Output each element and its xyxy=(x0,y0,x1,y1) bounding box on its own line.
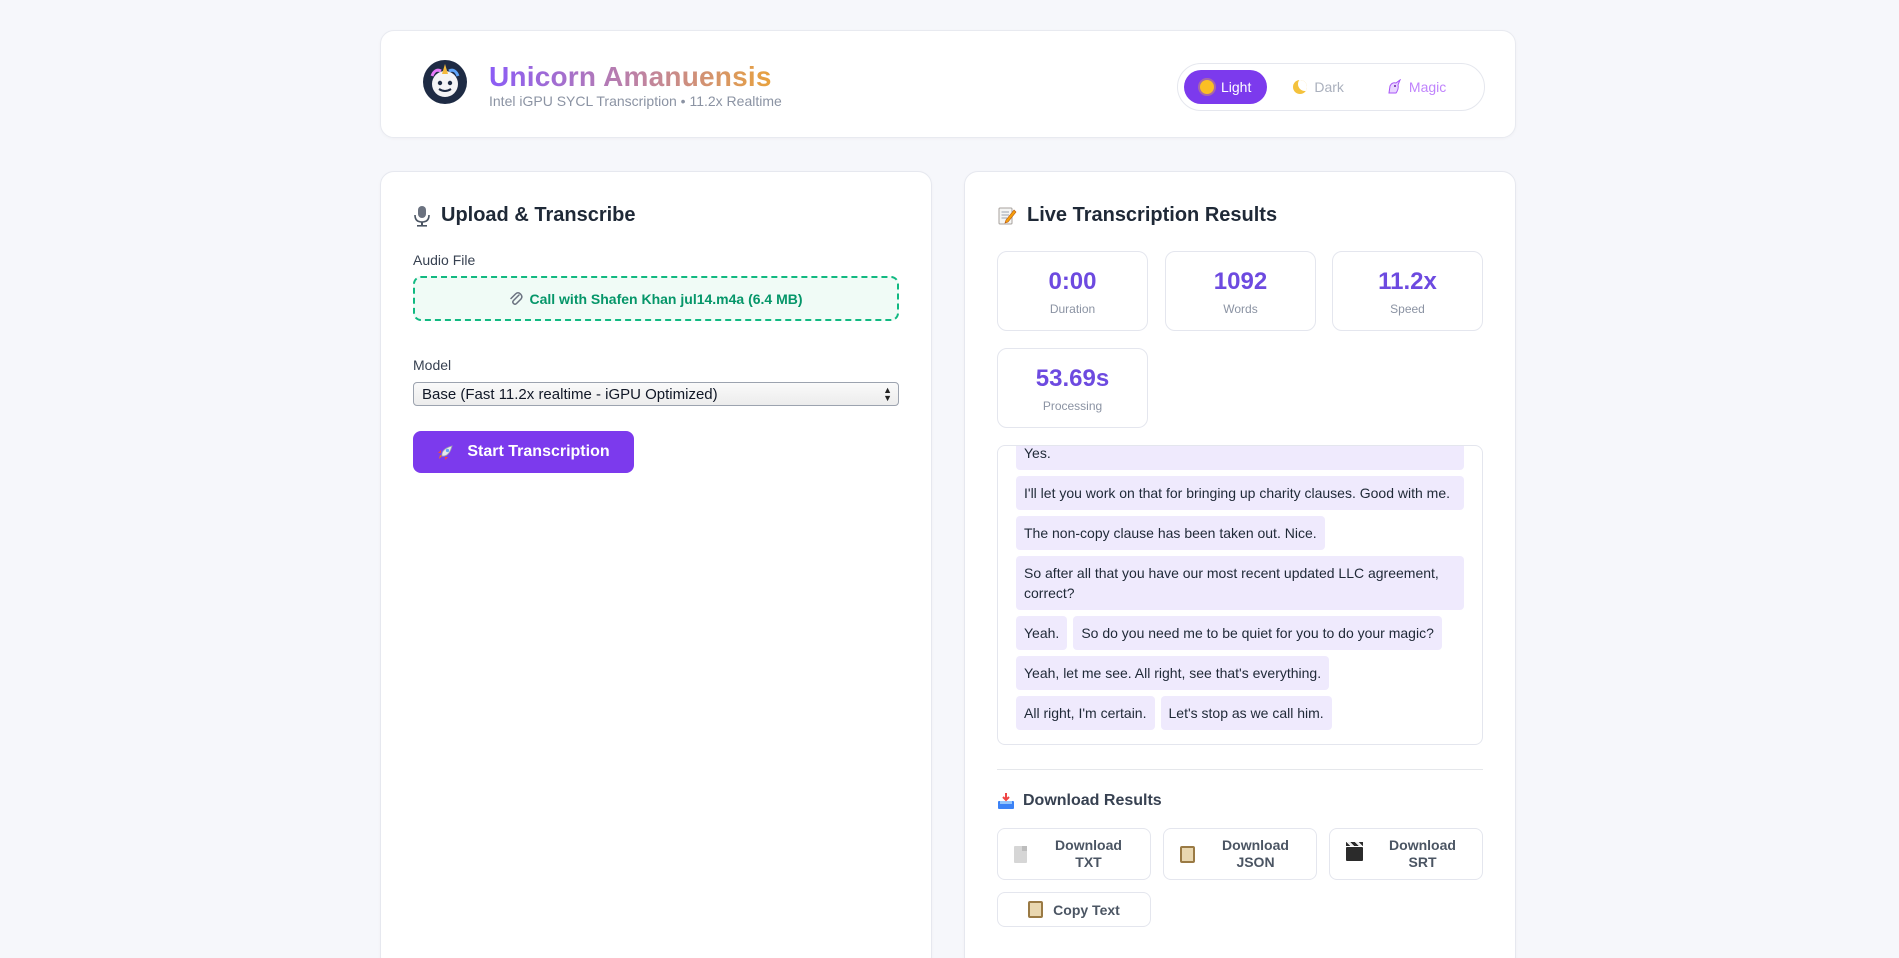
model-label: Model xyxy=(413,357,452,373)
transcript-segment: All right, I'm certain. xyxy=(1016,696,1155,730)
microphone-icon xyxy=(414,205,430,227)
clapperboard-icon xyxy=(1346,842,1363,861)
download-json-label: Download JSON xyxy=(1205,837,1316,871)
transcript-segment: So after all that you have our most rece… xyxy=(1016,556,1464,610)
app-page: Unicorn Amanuensis Intel iGPU SYCL Trans… xyxy=(0,0,1899,958)
transcript-segment: Yeah, let me see. All right, see that's … xyxy=(1016,656,1330,690)
transcript-segment: Yeah. xyxy=(1016,616,1068,650)
download-json-line1: Download xyxy=(1222,837,1289,853)
results-panel-title: Live Transcription Results xyxy=(997,204,1277,227)
download-srt-label: Download SRT xyxy=(1373,837,1482,871)
stat-processing-value: 53.69s xyxy=(1035,365,1110,392)
model-select-value: Base (Fast 11.2x realtime - iGPU Optimiz… xyxy=(422,385,718,403)
audio-file-name: Call with Shafen Khan jul14.m4a (6.4 MB) xyxy=(529,290,803,307)
transcript-segment: Yes. xyxy=(1016,446,1464,470)
download-section-title: Download Results xyxy=(997,792,1162,810)
memo-icon xyxy=(998,207,1017,224)
stat-words: 1092 Words xyxy=(1165,251,1316,331)
stat-speed-value: 11.2x xyxy=(1378,268,1437,295)
start-transcription-button[interactable]: Start Transcription xyxy=(413,431,634,473)
theme-light-label: Light xyxy=(1221,79,1252,95)
download-txt-button[interactable]: Download TXT xyxy=(997,828,1151,880)
app-header: Unicorn Amanuensis Intel iGPU SYCL Trans… xyxy=(380,30,1516,138)
clipboard-icon xyxy=(1180,845,1195,863)
upload-title-text: Upload & Transcribe xyxy=(441,204,636,226)
stat-processing: 53.69s Processing xyxy=(997,348,1148,428)
stat-duration-value: 0:00 xyxy=(1048,268,1097,295)
unicorn-icon xyxy=(1388,79,1401,94)
theme-magic-label: Magic xyxy=(1408,79,1447,95)
clipboard-icon xyxy=(1028,901,1044,918)
transcript-box[interactable]: Yes. I'll let you work on that for bringi… xyxy=(997,445,1483,745)
inbox-tray-icon xyxy=(998,793,1014,809)
unicorn-logo-icon xyxy=(423,60,467,104)
app-title: Unicorn Amanuensis xyxy=(489,61,772,92)
audio-file-dropzone[interactable]: Call with Shafen Khan jul14.m4a (6.4 MB) xyxy=(413,276,899,321)
rocket-icon xyxy=(438,445,453,460)
transcript-segments: Yes. I'll let you work on that for bringi… xyxy=(998,446,1482,730)
transcript-segment: Let's stop as we call him. xyxy=(1160,696,1332,730)
download-title-text: Download Results xyxy=(1023,792,1162,809)
stat-words-value: 1092 xyxy=(1213,268,1268,295)
paperclip-icon xyxy=(510,291,524,305)
copy-text-label: Copy Text xyxy=(1053,901,1120,918)
app-subtitle: Intel iGPU SYCL Transcription • 11.2x Re… xyxy=(489,93,782,109)
divider xyxy=(997,769,1483,770)
download-txt-line1: Download xyxy=(1055,837,1122,853)
stat-duration-label: Duration xyxy=(1049,302,1096,316)
start-transcription-label: Start Transcription xyxy=(467,443,610,460)
moon-icon xyxy=(1293,80,1308,94)
results-title-text: Live Transcription Results xyxy=(1027,204,1278,226)
upload-panel-title: Upload & Transcribe xyxy=(413,204,636,227)
transcript-segment: I'll let you work on that for bringing u… xyxy=(1016,476,1464,510)
download-srt-button[interactable]: Download SRT xyxy=(1329,828,1483,880)
copy-text-button[interactable]: Copy Text xyxy=(997,892,1151,927)
results-panel: Live Transcription Results 0:00 Duration… xyxy=(964,171,1516,958)
download-srt-line2: SRT xyxy=(1408,854,1437,870)
document-icon xyxy=(1014,845,1027,863)
theme-dark-button[interactable]: Dark xyxy=(1277,70,1360,104)
stat-duration: 0:00 Duration xyxy=(997,251,1148,331)
download-json-line2: JSON xyxy=(1236,854,1275,870)
select-arrows-icon: ▲ ▼ xyxy=(883,385,892,403)
model-select[interactable]: Base (Fast 11.2x realtime - iGPU Optimiz… xyxy=(413,382,899,406)
theme-switcher: Light Dark Magic xyxy=(1177,63,1485,111)
stat-speed-label: Speed xyxy=(1390,302,1425,316)
theme-dark-label: Dark xyxy=(1314,79,1344,95)
theme-magic-button[interactable]: Magic xyxy=(1370,70,1462,104)
download-txt-label: Download TXT xyxy=(1037,837,1150,871)
upload-panel: Upload & Transcribe Audio File Call with… xyxy=(380,171,932,958)
download-json-button[interactable]: Download JSON xyxy=(1163,828,1317,880)
stat-words-label: Words xyxy=(1223,302,1258,316)
download-srt-line1: Download xyxy=(1389,837,1456,853)
transcript-segment: The non-copy clause has been taken out. … xyxy=(1016,516,1325,550)
stat-speed: 11.2x Speed xyxy=(1332,251,1483,331)
audio-file-label: Audio File xyxy=(413,252,476,268)
download-txt-line2: TXT xyxy=(1075,854,1102,870)
theme-light-button[interactable]: Light xyxy=(1184,70,1268,104)
transcript-segment: So do you need me to be quiet for you to… xyxy=(1073,616,1442,650)
sun-icon xyxy=(1200,80,1214,94)
stat-processing-label: Processing xyxy=(1042,399,1103,413)
